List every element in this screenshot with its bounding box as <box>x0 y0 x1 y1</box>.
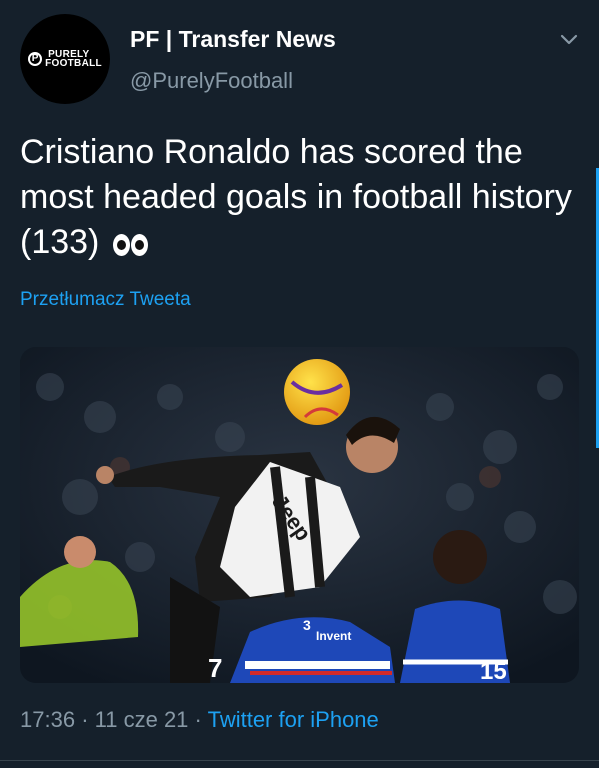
tweet-date: 11 cze 21 <box>94 707 189 732</box>
display-name[interactable]: PF | Transfer News <box>130 26 336 53</box>
tweet-body: Cristiano Ronaldo has scored the most he… <box>20 133 572 261</box>
purely-football-logo: P PURELY FOOTBALL <box>28 50 102 69</box>
tweet-meta: 17:36 · 11 cze 21 · Twitter for iPhone <box>20 707 379 733</box>
logo-line-2: FOOTBALL <box>45 58 102 69</box>
chevron-down-icon[interactable] <box>558 28 580 50</box>
eyes-emoji-icon <box>112 234 148 256</box>
logo-mark: P <box>28 52 43 66</box>
number-mid: 3 <box>303 617 311 633</box>
meta-separator: · <box>81 707 89 732</box>
translate-tweet-link[interactable]: Przetłumacz Tweeta <box>20 289 191 311</box>
tweet-time: 17:36 <box>20 707 76 732</box>
user-handle[interactable]: @PurelyFootball <box>130 68 293 94</box>
divider <box>0 760 599 761</box>
tweet-card: P PURELY FOOTBALL PF | Transfer News @Pu… <box>0 0 599 768</box>
photo-image: Jeep Invent 7 3 15 <box>20 347 579 683</box>
opponent-sponsor: Invent <box>316 629 351 643</box>
number-right: 15 <box>480 658 507 683</box>
avatar[interactable]: P PURELY FOOTBALL <box>20 14 110 104</box>
tweet-text: Cristiano Ronaldo has scored the most he… <box>20 130 580 265</box>
number-left: 7 <box>208 653 222 683</box>
tweet-photo[interactable]: Jeep Invent 7 3 15 <box>20 347 579 683</box>
tweet-source-link[interactable]: Twitter for iPhone <box>208 707 379 732</box>
meta-separator: · <box>194 707 202 732</box>
